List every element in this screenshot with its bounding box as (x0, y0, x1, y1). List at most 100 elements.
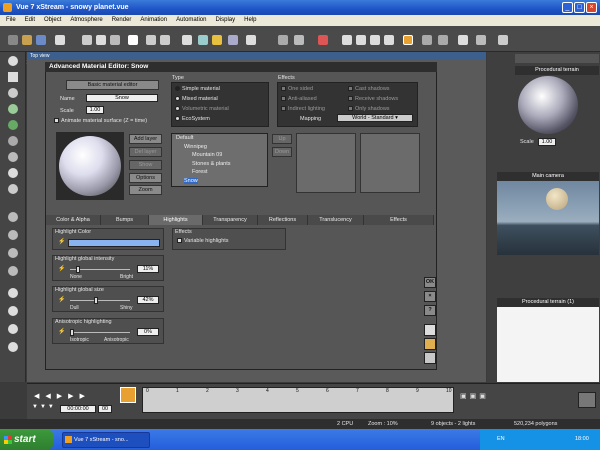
cancel-button[interactable]: × (424, 291, 436, 302)
ok-button[interactable]: OK (424, 277, 436, 288)
effect-checkbox[interactable] (281, 96, 286, 102)
variable-highlights-option[interactable]: Variable highlights (177, 238, 229, 244)
effect-option-2[interactable]: Indirect lighting (281, 106, 325, 112)
wand-icon[interactable] (294, 35, 304, 45)
down-button[interactable]: Down (272, 147, 292, 157)
zoom-button[interactable]: Zoom (129, 185, 162, 195)
group-icon[interactable] (8, 230, 18, 240)
layer-tree-item[interactable]: Mountain 09 (192, 152, 222, 158)
aniso-value[interactable]: 0% (137, 328, 159, 336)
clouds-icon[interactable] (198, 35, 208, 45)
aniso-slider-thumb[interactable] (70, 329, 74, 336)
effect-checkbox[interactable] (348, 86, 353, 92)
options-button[interactable]: Options (129, 173, 162, 183)
type-option-3[interactable]: EcoSystem (175, 116, 210, 122)
del-layer-button[interactable]: Del layer (129, 147, 162, 157)
metablob-icon[interactable] (8, 248, 18, 258)
type-option-2[interactable]: Volumetric material (175, 106, 229, 112)
render-icon[interactable] (403, 35, 413, 45)
new-material-icon[interactable] (424, 324, 436, 336)
print-icon[interactable] (55, 35, 65, 45)
grid-icon[interactable] (342, 35, 352, 45)
type-radio-3[interactable] (175, 116, 180, 122)
save-icon[interactable] (36, 35, 46, 45)
menu-automation[interactable]: Automation (176, 15, 206, 26)
timeline-zoom-controls[interactable]: ▣▣▣ (460, 392, 500, 401)
rock-icon[interactable] (8, 136, 18, 146)
sun-icon[interactable] (212, 35, 222, 45)
duplicate-icon[interactable] (128, 35, 138, 45)
effect-option-0[interactable]: One sided (281, 86, 313, 92)
menu-help[interactable]: Help (244, 15, 256, 26)
redo-icon[interactable] (160, 35, 170, 45)
quad-light-icon[interactable] (8, 324, 18, 334)
cut-icon[interactable] (82, 35, 92, 45)
type-radio-1[interactable] (175, 96, 180, 102)
frame-input[interactable]: 00 (98, 405, 112, 413)
size-key-icon[interactable]: ⚡ (58, 296, 66, 304)
menu-atmosphere[interactable]: Atmosphere (70, 15, 102, 26)
variable-highlights-checkbox[interactable] (177, 238, 182, 244)
tab-highlights[interactable]: Highlights (149, 215, 203, 225)
boolean-icon[interactable] (8, 212, 18, 222)
language-indicator[interactable]: EN (497, 436, 505, 442)
intensity-value[interactable]: 11% (137, 265, 159, 273)
hyper-icon[interactable] (8, 266, 18, 276)
size-value[interactable]: 42% (137, 296, 159, 304)
type-option-1[interactable]: Mixed material (175, 96, 218, 102)
effect-option-4[interactable]: Receive shadows (348, 96, 398, 102)
timeline-options-icon[interactable] (578, 392, 596, 408)
scale-input[interactable]: 1.00 (86, 106, 104, 114)
menu-object[interactable]: Object (44, 15, 61, 26)
copy-icon[interactable] (96, 35, 106, 45)
blocks-icon[interactable] (458, 35, 468, 45)
type-radio-0[interactable] (175, 86, 180, 92)
layer-tree-item[interactable]: Forest (192, 169, 208, 175)
terrain-icon[interactable] (8, 104, 18, 114)
keyframe-icons[interactable]: ▼▼▼ (32, 404, 56, 413)
open-icon[interactable] (22, 35, 32, 45)
minimize-button[interactable]: _ (562, 2, 573, 13)
tab-transparency[interactable]: Transparency (203, 215, 258, 225)
effect-option-5[interactable]: Only shadows (348, 106, 390, 112)
light-icon[interactable] (8, 168, 18, 178)
help-button[interactable]: ? (424, 305, 436, 316)
name-input[interactable]: Snow (86, 94, 158, 102)
type-option-0[interactable]: Simple material (175, 86, 220, 92)
clock[interactable]: 18:00 (575, 436, 589, 442)
tab-color-alpha[interactable]: Color & Alpha (46, 215, 101, 225)
size-slider-thumb[interactable] (93, 297, 98, 304)
capture-icon[interactable] (438, 35, 448, 45)
new-icon[interactable] (8, 35, 18, 45)
effect-checkbox[interactable] (281, 106, 286, 112)
area-light-icon[interactable] (8, 342, 18, 352)
show-button[interactable]: Show (129, 160, 162, 170)
layer-tree-item[interactable]: Snow (184, 177, 198, 184)
tab-bumps[interactable]: Bumps (101, 215, 149, 225)
animate-surface-option[interactable]: Animate material surface (Z = time) (54, 118, 147, 124)
mapping-select[interactable]: World - Standard ▾ (337, 114, 413, 122)
layer-tree-item[interactable]: Winnipeg (184, 144, 207, 150)
highlight-color-swatch[interactable] (68, 239, 160, 247)
undo-icon[interactable] (146, 35, 156, 45)
playback-controls[interactable]: ◀◀▶▶▶ (34, 392, 114, 401)
size-slider-track[interactable] (70, 300, 130, 301)
mountain-icon[interactable] (8, 152, 18, 162)
tab-effects[interactable]: Effects (364, 215, 434, 225)
camera-tool-icon[interactable] (8, 184, 18, 194)
effect-checkbox[interactable] (281, 86, 286, 92)
weather-icon[interactable] (228, 35, 238, 45)
text-icon[interactable] (8, 72, 18, 82)
animation-wizard-icon[interactable] (120, 387, 136, 403)
plant-icon[interactable] (8, 120, 18, 130)
panel-icon[interactable] (498, 35, 508, 45)
effect-option-3[interactable]: Cast shadows (348, 86, 390, 92)
time-input[interactable]: 00:00:00 (60, 405, 96, 413)
effect-option-1[interactable]: Anti-aliased (281, 96, 317, 102)
load-material-icon[interactable] (424, 338, 436, 350)
menu-render[interactable]: Render (112, 15, 132, 26)
terrain-scale-input[interactable]: 1.00 (538, 138, 556, 146)
zoom-in-icon[interactable] (370, 35, 380, 45)
intensity-slider-thumb[interactable] (76, 266, 81, 273)
tab-translucency[interactable]: Translucency (308, 215, 364, 225)
